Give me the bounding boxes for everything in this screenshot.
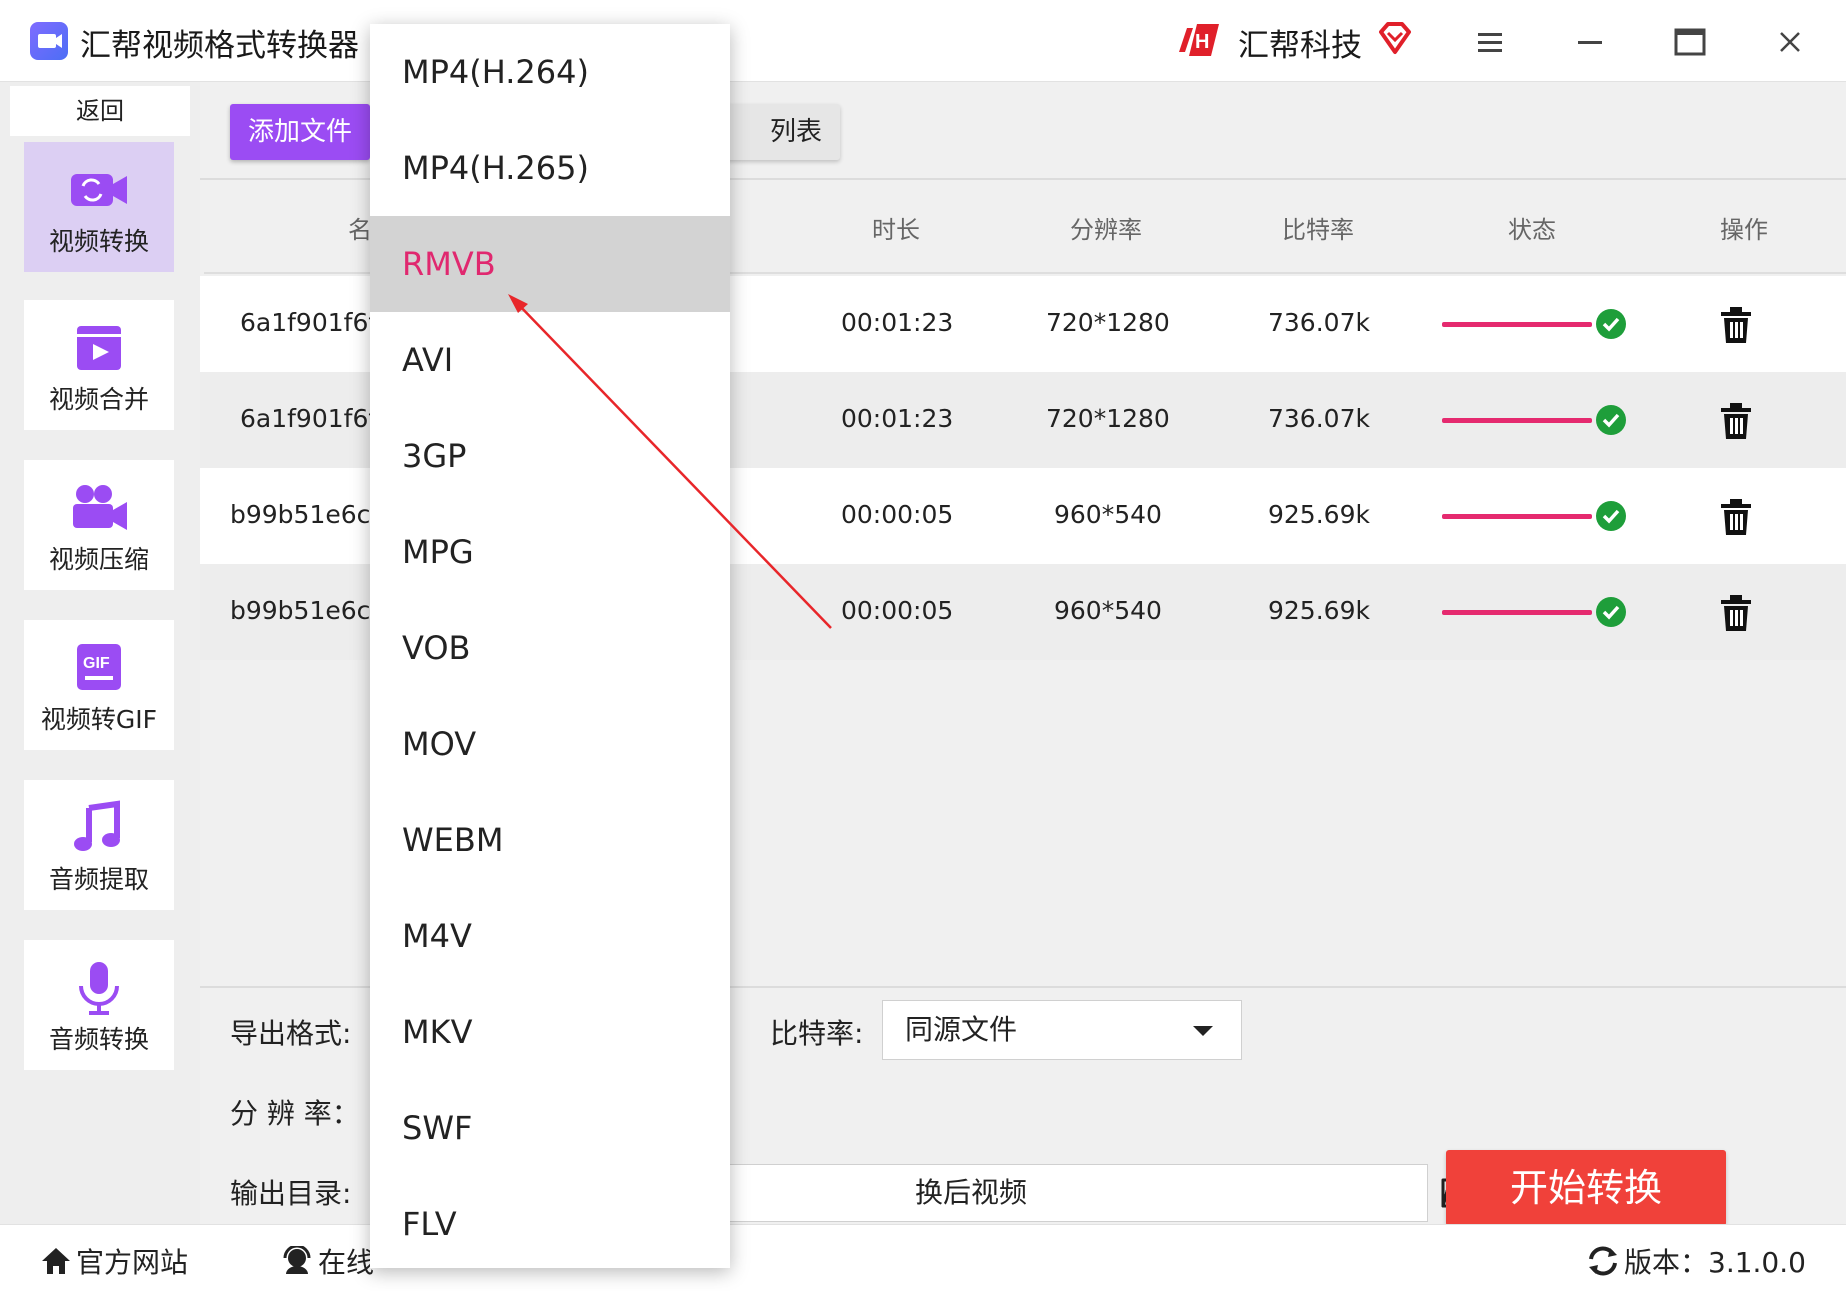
maximize-icon[interactable] [1666,18,1714,66]
check-circle-icon [1596,405,1626,435]
file-bitrate: 925.69k [1268,500,1370,529]
headset-icon [283,1246,311,1274]
progress-bar [1442,322,1592,327]
gif-icon: GIF [77,644,121,690]
progress-bar [1442,610,1592,615]
format-option[interactable]: M4V [370,888,730,984]
close-icon[interactable] [1766,18,1814,66]
format-option[interactable]: AVI [370,312,730,408]
version-label: 版本：3.1.0.0 [1624,1246,1806,1279]
sidebar-item-video-convert[interactable]: 视频转换 [24,142,174,272]
title-bar: 汇帮视频格式转换器 H 汇帮科技 [0,0,1846,82]
file-resolution: 960*540 [1054,596,1162,625]
video-compress-icon [73,485,127,530]
chevron-down-icon [1193,1026,1213,1036]
footer: 官方网站 在线 版本：3.1.0.0 [0,1224,1846,1291]
file-bitrate: 925.69k [1268,596,1370,625]
sidebar-item-video-merge[interactable]: 视频合并 [24,300,174,430]
format-option[interactable]: MKV [370,984,730,1080]
website-label: 官方网站 [76,1246,189,1279]
vip-diamond-icon[interactable] [1375,18,1415,58]
sidebar-item-audio-extract[interactable]: 音频提取 [24,780,174,910]
header-action: 操作 [1720,216,1768,244]
resolution-label: 分 辨 率： [230,1097,360,1130]
header-bitrate: 比特率 [1282,216,1354,244]
file-duration: 00:00:05 [841,500,954,529]
file-name: b99b51e6c7 [230,500,387,529]
output-dir-field[interactable]: 换后视频 [714,1164,1428,1222]
format-option[interactable]: MP4(H.265) [370,120,730,216]
trash-icon[interactable] [1718,402,1754,440]
sidebar: 返回 视频转换 视频合并 视频压缩 GIF 视频转GIF 音频提取 音频转换 [0,82,200,1224]
format-option[interactable]: MP4(H.264) [370,24,730,120]
check-circle-icon [1596,309,1626,339]
format-option-selected[interactable]: RMVB [370,216,730,312]
nav-label: 音频提取 [48,865,149,894]
video-convert-icon [71,174,127,206]
trash-icon[interactable] [1718,498,1754,536]
header-resolution: 分辨率 [1070,216,1142,244]
video-merge-icon [77,326,121,370]
start-convert-button[interactable]: 开始转换 [1446,1150,1726,1226]
refresh-icon [1589,1246,1617,1276]
file-duration: 00:01:23 [841,404,954,433]
svg-text:H: H [1195,31,1209,53]
file-duration: 00:01:23 [841,308,954,337]
format-option[interactable]: FLV [370,1176,730,1272]
nav-label: 视频转换 [48,227,149,256]
bitrate-select[interactable]: 同源文件 [882,1000,1242,1060]
progress-bar [1442,418,1592,423]
file-name: b99b51e6c7 [230,596,387,625]
svg-text:GIF: GIF [83,655,110,672]
header-duration: 时长 [872,216,920,244]
nav-label: 视频合并 [48,385,149,414]
bitrate-value: 同源文件 [905,1013,1018,1046]
header-status: 状态 [1508,216,1556,244]
minimize-icon[interactable] [1566,18,1614,66]
format-option[interactable]: MPG [370,504,730,600]
trash-icon[interactable] [1718,306,1754,344]
sidebar-item-audio-convert[interactable]: 音频转换 [24,940,174,1070]
nav-label: 视频压缩 [48,545,149,574]
format-option[interactable]: MOV [370,696,730,792]
bitrate-label: 比特率: [770,1017,864,1050]
menu-icon[interactable] [1466,18,1514,66]
progress-bar [1442,514,1592,519]
trash-icon[interactable] [1718,594,1754,632]
file-resolution: 960*540 [1054,500,1162,529]
format-dropdown[interactable]: MP4(H.264) MP4(H.265) RMVB AVI 3GP MPG V… [370,24,730,1268]
format-option[interactable]: SWF [370,1080,730,1176]
version-info: 版本：3.1.0.0 [1586,1241,1806,1281]
file-resolution: 720*1280 [1046,308,1170,337]
app-logo-icon [30,22,68,60]
file-bitrate: 736.07k [1268,404,1370,433]
file-bitrate: 736.07k [1268,308,1370,337]
sidebar-item-video-compress[interactable]: 视频压缩 [24,460,174,590]
support-label: 在线 [318,1246,375,1279]
nav-label: 视频转GIF [40,705,158,734]
website-link[interactable]: 官方网站 [40,1241,188,1281]
add-file-button[interactable]: 添加文件 [230,104,370,160]
check-circle-icon [1596,597,1626,627]
microphone-icon [79,962,119,1015]
check-circle-icon [1596,501,1626,531]
brand-name: 汇帮科技 [1238,28,1362,64]
file-resolution: 720*1280 [1046,404,1170,433]
header-name: 名 [348,216,372,244]
music-note-icon [74,800,120,851]
sidebar-item-video-to-gif[interactable]: GIF 视频转GIF [24,620,174,750]
support-link[interactable]: 在线 [280,1241,374,1281]
home-icon [42,1248,70,1274]
format-option[interactable]: WEBM [370,792,730,888]
format-option[interactable]: VOB [370,600,730,696]
nav-label: 音频转换 [48,1025,149,1054]
brand-logo-icon: H [1175,16,1223,64]
app-title: 汇帮视频格式转换器 [80,28,359,64]
output-dir-label: 输出目录: [230,1177,352,1210]
export-format-label: 导出格式: [230,1017,352,1050]
file-duration: 00:00:05 [841,596,954,625]
format-option[interactable]: 3GP [370,408,730,504]
back-button[interactable]: 返回 [10,86,190,136]
